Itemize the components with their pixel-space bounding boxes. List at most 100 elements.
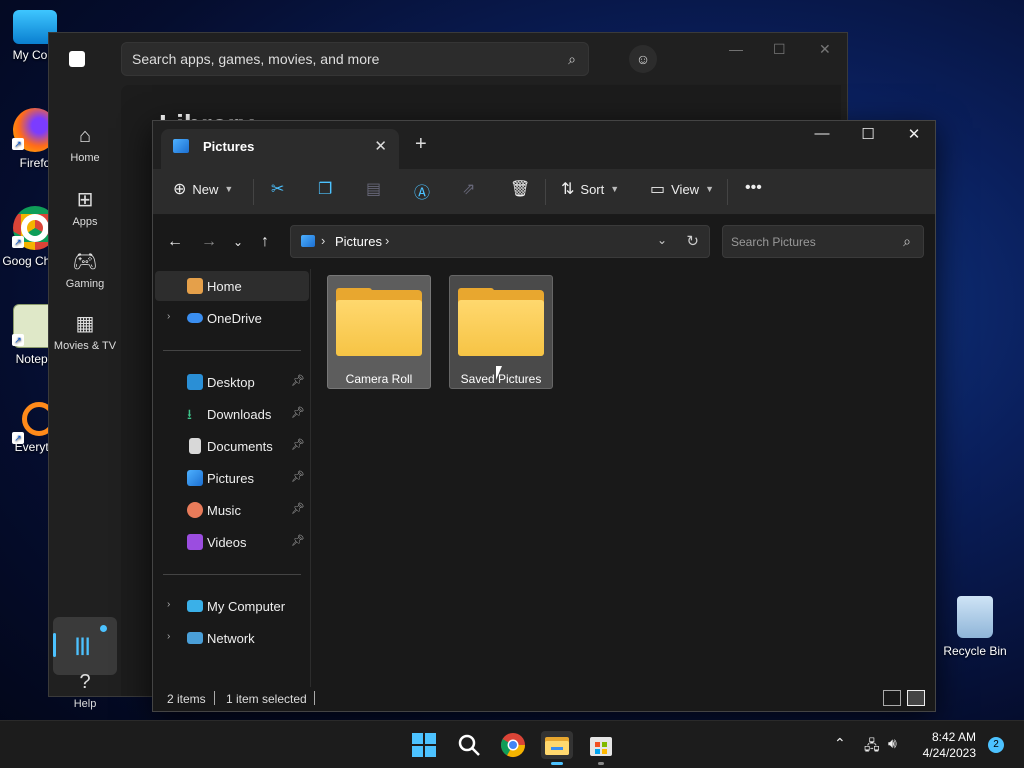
large-icons-view-button[interactable]: [907, 690, 925, 706]
sort-button[interactable]: ⇅ Sort ▼: [561, 179, 619, 199]
paste-button[interactable]: ▤: [366, 179, 381, 199]
close-icon[interactable]: ✕: [819, 41, 831, 58]
sidebar-item-label: Documents: [207, 439, 273, 454]
account-icon[interactable]: ☺: [629, 45, 657, 73]
back-button[interactable]: ←: [167, 233, 183, 251]
date: 4/24/2023: [922, 746, 976, 760]
sidebar-item-onedrive[interactable]: › OneDrive: [155, 303, 309, 333]
sort-label: Sort: [580, 181, 605, 197]
tab-pictures[interactable]: Pictures ✕: [161, 129, 399, 169]
maximize-icon[interactable]: ☐: [773, 41, 786, 58]
sidebar-item-desktop[interactable]: Desktop 📌︎: [155, 367, 309, 397]
clock[interactable]: 8:42 AM 4/24/2023: [916, 729, 976, 761]
nav-gaming[interactable]: 🎮︎ Gaming: [49, 249, 121, 290]
explorer-tabbar[interactable]: Pictures ✕ + — ☐ ✕: [153, 121, 935, 169]
rename-button[interactable]: Ⓐ: [414, 179, 430, 203]
copy-icon: ❐: [318, 181, 333, 198]
chrome-taskbar-button[interactable]: [499, 731, 527, 759]
chevron-down-icon: ▼: [224, 184, 234, 194]
command-bar: ⊕ New ▼ ✂ ❐ ▤ Ⓐ ⇗ 🗑︎ ⇅ Sort ▼ ▭ View ▼ •…: [153, 169, 935, 215]
start-button[interactable]: [410, 731, 438, 759]
sidebar-item-pictures[interactable]: Pictures 📌︎: [155, 463, 309, 493]
more-options-button[interactable]: •••: [745, 179, 762, 197]
sidebar-item-home[interactable]: Home: [155, 271, 309, 301]
sidebar-item-documents[interactable]: Documents 📌︎: [155, 431, 309, 461]
up-button[interactable]: ↑: [261, 233, 269, 251]
chevron-down-icon[interactable]: ⌄: [657, 233, 667, 247]
store-search-input[interactable]: Search apps, games, movies, and more ⌕: [121, 42, 589, 76]
close-tab-icon[interactable]: ✕: [374, 137, 387, 155]
sidebar-item-downloads[interactable]: ⭳ Downloads 📌︎: [155, 399, 309, 429]
minimize-icon[interactable]: —: [729, 41, 743, 57]
share-icon: ⇗: [462, 181, 476, 198]
nav-library[interactable]: |||: [53, 617, 117, 675]
divider: [545, 179, 546, 205]
recent-locations-button[interactable]: ⌄: [233, 235, 243, 249]
chevron-right-icon[interactable]: ›: [167, 631, 170, 642]
chevron-up-icon[interactable]: ⌃: [834, 735, 846, 752]
explorer-body: Home › OneDrive Desktop 📌︎ ⭳ Downloads 📌…: [153, 269, 935, 687]
chevron-right-icon[interactable]: ›: [167, 311, 170, 322]
delete-button[interactable]: 🗑︎: [510, 179, 530, 199]
cut-button[interactable]: ✂: [271, 179, 284, 199]
divider: [214, 691, 215, 705]
search-input[interactable]: Search Pictures ⌕: [722, 225, 924, 258]
cut-icon: ✂: [271, 181, 285, 198]
address-bar[interactable]: › Pictures › ⌄ ↻: [290, 225, 710, 258]
copy-button[interactable]: ❐: [318, 179, 332, 199]
store-taskbar-button[interactable]: [587, 731, 615, 765]
new-button[interactable]: ⊕ New ▼: [173, 179, 233, 199]
pin-icon[interactable]: 📌︎: [291, 470, 305, 483]
home-icon: [187, 278, 203, 294]
sidebar-item-network[interactable]: › Network: [155, 623, 309, 653]
forward-button[interactable]: →: [201, 233, 217, 251]
sidebar-item-label: Desktop: [207, 375, 255, 390]
breadcrumb-pictures[interactable]: Pictures: [335, 234, 382, 249]
nav-help[interactable]: ? Help: [49, 671, 121, 710]
network-icon[interactable]: 🖧︎: [864, 735, 880, 759]
selection-count: 1 item selected: [226, 692, 307, 706]
search-icon[interactable]: ⌕: [568, 51, 576, 68]
windows-logo-icon: [412, 733, 436, 757]
library-icon: |||: [75, 635, 91, 655]
minimize-icon[interactable]: —: [799, 125, 845, 142]
pin-icon[interactable]: 📌︎: [291, 534, 305, 547]
shortcut-arrow-icon: ↗: [12, 334, 24, 346]
nav-apps[interactable]: ⊞ Apps: [49, 187, 121, 228]
share-button[interactable]: ⇗: [462, 179, 475, 199]
search-button[interactable]: [455, 731, 483, 759]
file-explorer-window[interactable]: Pictures ✕ + — ☐ ✕ ⊕ New ▼ ✂ ❐ ▤ Ⓐ ⇗ 🗑︎ …: [152, 120, 936, 712]
divider: [163, 350, 301, 351]
pin-icon[interactable]: 📌︎: [291, 406, 305, 419]
volume-icon[interactable]: 🔊︎: [888, 735, 897, 752]
new-label: New: [192, 181, 219, 197]
pin-icon[interactable]: 📌︎: [291, 374, 305, 387]
view-button[interactable]: ▭ View ▼: [650, 179, 714, 199]
folder-camera-roll[interactable]: Camera Roll: [327, 275, 431, 389]
new-tab-icon[interactable]: +: [415, 133, 427, 156]
notification-badge[interactable]: 2: [988, 737, 1004, 753]
desktop-icon-recycle-bin[interactable]: Recycle Bin: [938, 596, 1012, 658]
sort-icon: ⇅: [561, 181, 575, 198]
pin-icon[interactable]: 📌︎: [291, 502, 305, 515]
details-view-button[interactable]: [883, 690, 901, 706]
file-explorer-taskbar-button[interactable]: [541, 731, 573, 765]
chevron-right-icon[interactable]: ›: [385, 233, 389, 248]
shortcut-arrow-icon: ↗: [12, 138, 24, 150]
folder-icon: [336, 300, 422, 356]
pin-icon[interactable]: 📌︎: [291, 438, 305, 451]
sidebar-item-videos[interactable]: Videos 📌︎: [155, 527, 309, 557]
close-icon[interactable]: ✕: [891, 125, 937, 143]
nav-label: Movies & TV: [53, 340, 117, 352]
maximize-icon[interactable]: ☐: [845, 125, 891, 143]
nav-movies[interactable]: ▦ Movies & TV: [49, 311, 121, 352]
nav-home[interactable]: ⌂ Home: [49, 125, 121, 164]
shortcut-arrow-icon: ↗: [12, 236, 24, 248]
chevron-right-icon[interactable]: ›: [167, 599, 170, 610]
sidebar-item-music[interactable]: Music 📌︎: [155, 495, 309, 525]
sidebar-item-my-computer[interactable]: › My Computer: [155, 591, 309, 621]
status-bar: 2 items 1 item selected: [153, 687, 935, 711]
refresh-icon[interactable]: ↻: [686, 232, 699, 250]
sidebar-item-label: Videos: [207, 535, 247, 550]
pictures-icon: [301, 235, 315, 247]
